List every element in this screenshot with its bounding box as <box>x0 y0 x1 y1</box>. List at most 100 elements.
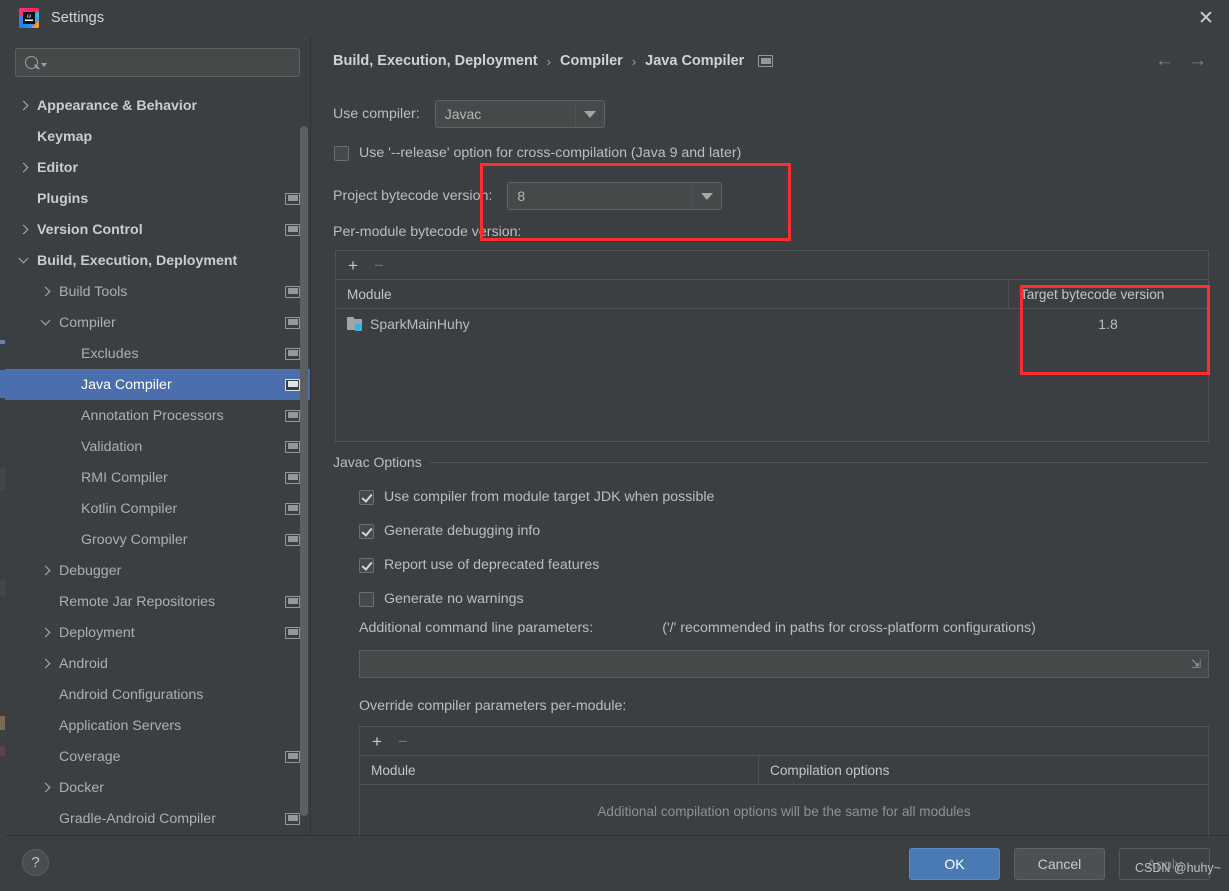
sidebar-item-version-control[interactable]: Version Control <box>5 214 310 245</box>
javac-option-label: Generate no warnings <box>384 591 524 607</box>
forward-arrow-icon[interactable]: → <box>1188 51 1207 70</box>
sidebar-item-android[interactable]: Android <box>5 648 310 679</box>
project-scope-icon <box>285 285 300 298</box>
sidebar-item-plugins[interactable]: Plugins <box>5 183 310 214</box>
javac-option-checkbox-2[interactable] <box>359 557 374 573</box>
back-arrow-icon[interactable]: ← <box>1155 51 1174 70</box>
sidebar-item-label: Deployment <box>59 624 135 641</box>
chevron-right-icon[interactable] <box>19 100 30 111</box>
breadcrumb-item-0[interactable]: Build, Execution, Deployment <box>333 53 538 69</box>
sidebar-item-label: Kotlin Compiler <box>81 500 178 517</box>
javac-option-row-3[interactable]: Generate no warnings <box>359 591 524 607</box>
use-compiler-dropdown[interactable]: Javac <box>434 100 605 128</box>
sidebar-item-java-compiler[interactable]: Java Compiler <box>5 369 310 400</box>
help-button[interactable]: ? <box>22 849 49 876</box>
ok-button[interactable]: OK <box>909 848 1000 880</box>
chevron-right-icon[interactable] <box>41 658 52 669</box>
sidebar-item-excludes[interactable]: Excludes <box>5 338 310 369</box>
sidebar-item-gradle-android-compiler[interactable]: Gradle-Android Compiler <box>5 803 310 834</box>
additional-params-row: Additional command line parameters: ('/'… <box>359 620 1036 636</box>
release-option-row[interactable]: Use '--release' option for cross-compila… <box>334 145 741 161</box>
chevron-right-icon[interactable] <box>41 565 52 576</box>
search-dropdown-icon[interactable] <box>41 63 47 67</box>
chevron-down-icon[interactable] <box>19 255 30 266</box>
sidebar-item-editor[interactable]: Editor <box>5 152 310 183</box>
remove-override-button[interactable]: − <box>398 733 408 750</box>
sidebar-item-groovy-compiler[interactable]: Groovy Compiler <box>5 524 310 555</box>
sidebar-item-kotlin-compiler[interactable]: Kotlin Compiler <box>5 493 310 524</box>
add-module-button[interactable]: + <box>348 257 358 274</box>
sidebar-item-application-servers[interactable]: Application Servers <box>5 710 310 741</box>
chevron-down-icon[interactable] <box>692 183 721 209</box>
sidebar-item-docker[interactable]: Docker <box>5 772 310 803</box>
close-icon[interactable]: ✕ <box>1183 0 1229 36</box>
column-header-target-bytecode[interactable]: Target bytecode version <box>1008 280 1208 308</box>
intellij-idea-logo-icon: IJ <box>19 8 39 28</box>
sidebar-item-compiler[interactable]: Compiler <box>5 307 310 338</box>
javac-option-checkbox-3[interactable] <box>359 591 374 607</box>
sidebar-item-debugger[interactable]: Debugger <box>5 555 310 586</box>
breadcrumb-item-1[interactable]: Compiler <box>560 53 623 69</box>
use-compiler-label: Use compiler: <box>333 106 420 122</box>
sidebar-item-build-tools[interactable]: Build Tools <box>5 276 310 307</box>
chevron-right-icon[interactable] <box>41 286 52 297</box>
cell-target-bytecode[interactable]: 1.8 <box>1008 309 1208 339</box>
target-bytecode-text: 1.8 <box>1098 316 1118 332</box>
chevron-right-icon[interactable] <box>41 782 52 793</box>
sidebar-scrollbar[interactable] <box>300 126 308 816</box>
cancel-button[interactable]: Cancel <box>1014 848 1105 880</box>
sidebar-item-remote-jar-repositories[interactable]: Remote Jar Repositories <box>5 586 310 617</box>
javac-option-checkbox-0[interactable] <box>359 489 374 505</box>
project-scope-icon <box>285 750 300 763</box>
javac-option-row-2[interactable]: Report use of deprecated features <box>359 557 599 573</box>
project-scope-icon <box>285 812 300 825</box>
sidebar-item-build-execution-deployment[interactable]: Build, Execution, Deployment <box>5 245 310 276</box>
sidebar-item-appearance-behavior[interactable]: Appearance & Behavior <box>5 90 310 121</box>
window-title: Settings <box>51 10 105 26</box>
sidebar-item-label: Annotation Processors <box>81 407 224 424</box>
sidebar-item-android-configurations[interactable]: Android Configurations <box>5 679 310 710</box>
additional-params-field[interactable]: ⇲ <box>359 650 1209 678</box>
search-icon <box>25 56 38 69</box>
javac-option-row-0[interactable]: Use compiler from module target JDK when… <box>359 489 714 505</box>
override-table-empty-row: Additional compilation options will be t… <box>360 785 1208 836</box>
sidebar-item-rmi-compiler[interactable]: RMI Compiler <box>5 462 310 493</box>
search-box[interactable] <box>15 48 300 77</box>
chevron-right-icon[interactable] <box>19 162 30 173</box>
sidebar-item-keymap[interactable]: Keymap <box>5 121 310 152</box>
cell-module-name[interactable]: SparkMainHuhy <box>336 309 1008 339</box>
sidebar-item-coverage[interactable]: Coverage <box>5 741 310 772</box>
sidebar-item-label: Android <box>59 655 108 672</box>
search-input[interactable] <box>52 54 293 71</box>
column-header-module[interactable]: Module <box>336 280 1008 308</box>
column-header-module-2[interactable]: Module <box>360 756 758 784</box>
project-bytecode-dropdown[interactable]: 8 <box>507 182 723 210</box>
sidebar-item-label: Plugins <box>37 190 89 207</box>
project-scope-icon <box>285 347 300 360</box>
module-table-toolbar: + − <box>336 251 1208 280</box>
sidebar-item-annotation-processors[interactable]: Annotation Processors <box>5 400 310 431</box>
javac-option-checkbox-1[interactable] <box>359 523 374 539</box>
sidebar-item-label: Keymap <box>37 128 93 145</box>
use-compiler-value: Javac <box>444 106 482 122</box>
javac-option-row-1[interactable]: Generate debugging info <box>359 523 540 539</box>
chevron-right-icon[interactable] <box>19 224 30 235</box>
expand-icon[interactable]: ⇲ <box>1191 658 1201 670</box>
sidebar-item-deployment[interactable]: Deployment <box>5 617 310 648</box>
chevron-right-icon[interactable] <box>41 627 52 638</box>
project-scope-icon <box>285 192 300 205</box>
chevron-down-icon[interactable] <box>41 317 52 328</box>
project-scope-icon <box>285 223 300 236</box>
column-header-compilation-options[interactable]: Compilation options <box>758 756 1208 784</box>
javac-options-title: Javac Options <box>333 454 422 470</box>
add-override-button[interactable]: + <box>372 733 382 750</box>
sidebar-item-validation[interactable]: Validation <box>5 431 310 462</box>
table-row[interactable]: SparkMainHuhy 1.8 <box>336 309 1208 339</box>
release-option-checkbox[interactable] <box>334 145 349 161</box>
remove-module-button[interactable]: − <box>374 257 384 274</box>
chevron-down-icon[interactable] <box>574 101 604 127</box>
